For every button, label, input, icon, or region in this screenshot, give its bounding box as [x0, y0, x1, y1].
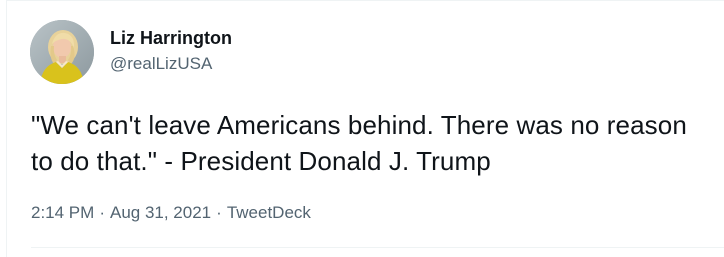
profile-photo-icon [30, 20, 94, 84]
tweet-meta: 2:14 PM · Aug 31, 2021 · TweetDeck [31, 202, 311, 224]
author-handle[interactable]: @realLizUSA [110, 53, 212, 75]
meta-separator: · [216, 203, 222, 222]
author-name[interactable]: Liz Harrington [110, 27, 232, 49]
meta-separator: · [99, 203, 105, 222]
avatar[interactable] [30, 20, 94, 84]
tweet-date[interactable]: Aug 31, 2021 [110, 202, 211, 224]
tweet-time[interactable]: 2:14 PM [31, 202, 94, 224]
tweet-text: "We can't leave Americans behind. There … [31, 110, 695, 176]
tweet-source-link[interactable]: TweetDeck [227, 202, 311, 224]
divider [31, 247, 724, 248]
tweet-card: Liz Harrington @realLizUSA "We can't lea… [6, 0, 724, 257]
